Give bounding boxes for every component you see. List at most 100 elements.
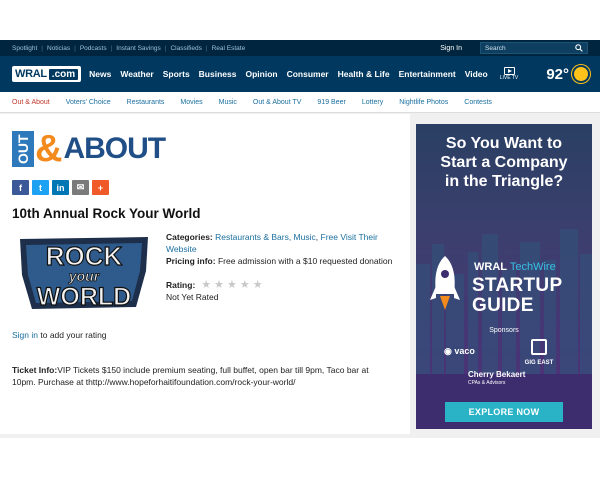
separator: | — [41, 44, 43, 52]
search-placeholder: Search — [485, 44, 506, 52]
event-details: ROCK your WORLD Categories: Restaurants … — [12, 231, 398, 315]
section-nav: Out & About Voters' Choice Restaurants M… — [0, 92, 600, 113]
nav-items: News Weather Sports Business Opinion Con… — [89, 69, 497, 79]
gig-east-logo-icon — [531, 339, 547, 355]
linkedin-icon[interactable]: in — [52, 180, 69, 195]
live-tv-button[interactable]: LIVE TV — [499, 67, 519, 81]
logo-about: ABOUT — [63, 132, 166, 165]
rock-your-world-logo: ROCK your WORLD — [20, 237, 148, 312]
ad-brand-wral: WRAL — [474, 261, 507, 273]
nav-item-video[interactable]: Video — [465, 69, 488, 79]
screenshot: Spotlight | Noticias | Podcasts | Instant S… — [0, 0, 600, 480]
nav-item-health-life[interactable]: Health & Life — [338, 69, 390, 79]
wral-page: Spotlight | Noticias | Podcasts | Instant S… — [0, 40, 600, 438]
rating-row: Rating: ★★★★★ — [166, 279, 398, 291]
rating-status: Not Yet Rated — [166, 292, 219, 302]
logo-wral: WRAL — [15, 68, 47, 80]
subnav-item-contests[interactable]: Contests — [464, 99, 492, 106]
ad-headline-line: Start a Company — [440, 154, 568, 171]
nav-item-weather[interactable]: Weather — [120, 69, 153, 79]
sign-in-link[interactable]: Sign In — [440, 45, 462, 52]
subnav-item-out-about[interactable]: Out & About — [12, 99, 50, 106]
subnav-item-movies[interactable]: Movies — [180, 99, 202, 106]
nav-item-entertainment[interactable]: Entertainment — [399, 69, 456, 79]
pricing-value: Free admission with a $10 requested dona… — [217, 256, 393, 266]
separator: | — [164, 44, 167, 52]
categories-label: Categories: — [166, 232, 213, 242]
ad-startup: STARTUP — [472, 275, 563, 296]
weather-temp[interactable]: 92° — [546, 66, 588, 83]
pricing-label: Pricing info: — [166, 256, 216, 266]
vaco-logo-icon: ◉ — [444, 346, 455, 356]
sponsor-gig-east: GIG EAST — [514, 339, 564, 366]
startup-guide-ad[interactable]: So You Want to Start a Company in the Tr… — [416, 124, 592, 429]
rating-label: Rating: — [166, 280, 196, 290]
event-image: ROCK your WORLD — [12, 231, 156, 315]
rating-stars[interactable]: ★★★★★ — [201, 279, 265, 291]
subnav-item-nightlife-photos[interactable]: Nightlife Photos — [399, 99, 448, 106]
nav-item-business[interactable]: Business — [199, 69, 237, 79]
facebook-icon[interactable]: f — [12, 180, 29, 195]
utility-link[interactable]: Noticias — [47, 45, 70, 52]
sun-icon — [574, 67, 588, 81]
event-info: Categories: Restaurants & Bars, Music, F… — [166, 231, 398, 315]
utility-bar: Spotlight | Noticias | Podcasts | Instant S… — [0, 40, 600, 56]
subnav-item-919-beer[interactable]: 919 Beer — [317, 99, 345, 106]
ad-brand: WRAL TechWire — [474, 261, 556, 273]
nav-item-news[interactable]: News — [89, 69, 111, 79]
explore-now-button[interactable]: EXPLORE NOW — [445, 402, 563, 422]
logo-out: OUT — [12, 131, 34, 167]
wral-logo[interactable]: WRAL .com — [12, 66, 82, 82]
subnav-item-restaurants[interactable]: Restaurants — [127, 99, 165, 106]
categories-links[interactable]: Restaurants & Bars, Music — [215, 232, 316, 242]
pricing-row: Pricing info: Free admission with a $10 … — [166, 255, 398, 267]
image-word-your: your — [68, 268, 101, 284]
utility-link[interactable]: Podcasts — [80, 45, 107, 52]
image-word-world: WORLD — [37, 283, 131, 311]
ad-headline: So You Want to Start a Company in the Tr… — [416, 124, 592, 191]
live-tv-label: LIVE TV — [499, 75, 519, 81]
utility-link[interactable]: Real Estate — [212, 45, 246, 52]
ticket-text: VIP Tickets $150 include premium seating… — [12, 365, 369, 387]
categories-row: Categories: Restaurants & Bars, Music, F… — [166, 232, 378, 254]
share-buttons: f t in ✉ + — [12, 180, 398, 195]
search-input[interactable]: Search — [480, 42, 588, 54]
sponsor-cherry-bekaert: Cherry Bekaert CPAs & Advisors — [468, 370, 525, 388]
subnav-item-music[interactable]: Music — [219, 99, 237, 106]
ad-sponsors-label: Sponsors — [489, 327, 519, 334]
sponsor-cherry-bekaert-name: Cherry Bekaert — [468, 370, 526, 379]
separator: | — [110, 44, 113, 52]
main-nav: WRAL .com News Weather Sports Business O… — [0, 56, 600, 92]
nav-item-consumer[interactable]: Consumer — [287, 69, 329, 79]
sponsor-cherry-bekaert-sub: CPAs & Advisors — [468, 380, 506, 386]
utility-link[interactable]: Spotlight — [12, 45, 37, 52]
utility-link[interactable]: Instant Savings — [116, 45, 160, 52]
nav-item-sports[interactable]: Sports — [163, 69, 190, 79]
subnav-item-out-about-tv[interactable]: Out & About TV — [253, 99, 302, 106]
separator: | — [205, 44, 208, 52]
nav-item-opinion[interactable]: Opinion — [245, 69, 277, 79]
twitter-icon[interactable]: t — [32, 180, 49, 195]
search-icon[interactable] — [575, 44, 583, 52]
separator: | — [74, 44, 76, 52]
utility-link[interactable]: Classifieds — [170, 45, 201, 52]
sponsor-vaco-name: vaco — [454, 346, 475, 356]
image-word-rock: ROCK — [46, 241, 123, 271]
out-and-about-logo[interactable]: OUT & ABOUT — [12, 128, 398, 170]
email-icon[interactable]: ✉ — [72, 180, 89, 195]
ad-guide: GUIDE — [472, 295, 534, 316]
utility-links: Spotlight | Noticias | Podcasts | Instant S… — [12, 45, 249, 52]
more-icon[interactable]: + — [92, 180, 109, 195]
sign-in-rating-line: Sign in to add your rating — [12, 330, 398, 340]
subnav-item-lottery[interactable]: Lottery — [362, 99, 383, 106]
subnav-item-voters-choice[interactable]: Voters' Choice — [66, 99, 111, 106]
ad-startup-guide-title: STARTUP GUIDE — [472, 276, 562, 316]
sign-in-rating-link[interactable]: Sign in — [12, 330, 38, 340]
ad-brand-techwire: TechWire — [509, 261, 556, 273]
ticket-label: Ticket Info: — [12, 365, 58, 375]
ad-headline-line: So You Want to — [445, 135, 563, 152]
sign-in-rating-text: to add your rating — [40, 330, 107, 340]
ad-headline-line: in the Triangle? — [444, 173, 564, 190]
logo-ampersand: & — [35, 128, 63, 170]
tv-icon — [503, 67, 515, 75]
